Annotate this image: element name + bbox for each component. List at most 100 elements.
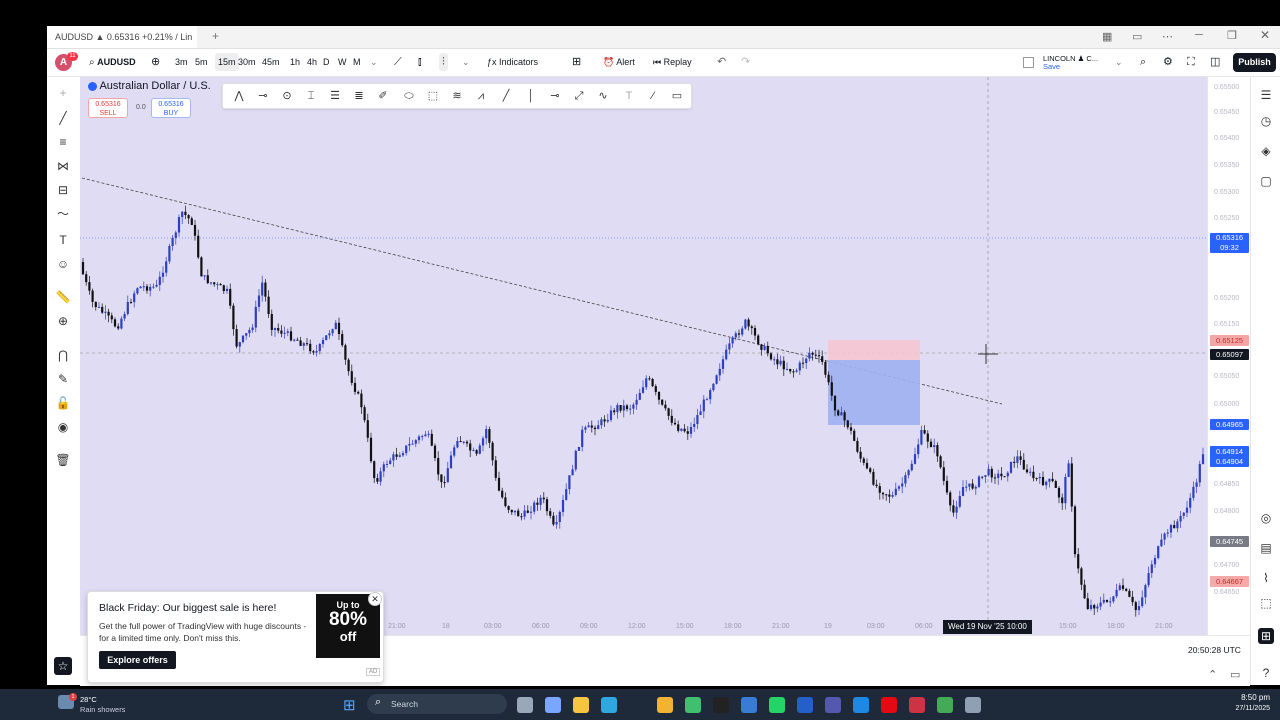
interval-D[interactable]: D	[323, 49, 330, 76]
tradingview-icon[interactable]	[713, 697, 729, 713]
brush-tool-icon[interactable]: ✐	[375, 88, 391, 104]
alert-button[interactable]: ⏰ Alert	[603, 49, 635, 76]
layout-name[interactable]: LINCOLN ♟ C... Save	[1043, 55, 1098, 71]
brush-icon[interactable]: 〜	[55, 206, 71, 222]
trendline-icon[interactable]: ╱	[55, 110, 71, 126]
help-icon[interactable]: ?	[1258, 665, 1274, 681]
layers-icon[interactable]: ◈	[1258, 143, 1274, 159]
crosshair-icon[interactable]: +	[55, 85, 71, 101]
outlook-icon[interactable]	[797, 697, 813, 713]
maximize-icon[interactable]: ❐	[1227, 29, 1237, 42]
browser-tab[interactable]: AUDUSD ▲ 0.65316 +0.21% / Lin	[47, 26, 197, 48]
chrome-icon[interactable]	[657, 697, 673, 713]
new-tab-button[interactable]: +	[212, 29, 219, 43]
favorites-star-icon[interactable]: ☆	[54, 657, 72, 675]
edge-icon[interactable]	[601, 697, 617, 713]
pattern-tool-icon[interactable]: ⋀	[231, 88, 247, 104]
fib-icon[interactable]: ≡	[55, 134, 71, 150]
note-tool-icon[interactable]: T	[621, 88, 637, 104]
templates-icon[interactable]: ⊞	[572, 49, 581, 76]
calendar-icon[interactable]: ▤	[1258, 540, 1274, 556]
extensions-icon[interactable]: ▦	[1102, 30, 1112, 43]
interval-5m[interactable]: 5m	[195, 49, 208, 76]
collapse-panel-icon[interactable]: ⌃	[1208, 668, 1217, 681]
chart-pane[interactable]: 21:00 18 03:00 06:00 09:00 12:00 15:00 18:00 21:…	[80, 77, 1207, 635]
horizontal-ray-icon[interactable]: ⊸	[255, 88, 271, 104]
close-icon[interactable]: ✕	[1260, 28, 1270, 42]
settings-icon[interactable]: ⚙	[1163, 49, 1173, 76]
text-icon[interactable]: T	[55, 232, 71, 248]
ruler-icon[interactable]: 📏	[55, 289, 71, 305]
line-chart-icon[interactable]: ⟋	[394, 49, 402, 76]
alerts-clock-icon[interactable]: ◷	[1258, 113, 1274, 129]
parallel-channel-icon[interactable]: ≋	[449, 88, 465, 104]
layout-chevron-icon[interactable]: ⌄	[1115, 49, 1123, 76]
price-axis[interactable]: 0.65500 0.65450 0.65400 0.65350 0.65300 0.652…	[1207, 77, 1251, 635]
indicators-button[interactable]: ƒx Indicators	[487, 49, 538, 76]
watchlist-icon[interactable]: ☰	[1258, 87, 1274, 103]
replay-button[interactable]: ⏮ Replay	[653, 49, 692, 76]
sell-button[interactable]: 0.65316 SELL	[88, 98, 128, 118]
eye-icon[interactable]: ◉	[55, 419, 71, 435]
redo-icon[interactable]: ↷	[741, 49, 750, 76]
interval-W[interactable]: W	[338, 49, 347, 76]
legend-title[interactable]: Australian Dollar / U.S.	[99, 80, 210, 92]
buy-button[interactable]: 0.65316 BUY	[151, 98, 191, 118]
chat-icon[interactable]: ▢	[1258, 173, 1274, 189]
lock-icon[interactable]: 🔓	[55, 395, 71, 411]
fullscreen-icon[interactable]: ⛶	[1187, 49, 1195, 76]
whatsapp-icon[interactable]	[769, 697, 785, 713]
file-explorer-icon[interactable]	[573, 697, 589, 713]
store-icon[interactable]	[853, 697, 869, 713]
undo-icon[interactable]: ↶	[717, 49, 726, 76]
target-icon[interactable]: ◎	[1258, 510, 1274, 526]
mail-icon[interactable]	[741, 697, 757, 713]
line-tool-icon[interactable]: ╱	[498, 88, 514, 104]
publish-button[interactable]: Publish	[1233, 53, 1276, 72]
opera-icon[interactable]	[909, 697, 925, 713]
apps-grid-icon[interactable]: ⊞	[1258, 628, 1274, 644]
windows-start-icon[interactable]: ⊞	[343, 696, 356, 714]
interval-3m[interactable]: 3m	[175, 49, 188, 76]
copilot-icon[interactable]	[545, 697, 561, 713]
rectangle-tool-icon[interactable]: ⬚	[425, 88, 441, 104]
interval-30m[interactable]: 30m	[238, 49, 256, 76]
fib-channel-icon[interactable]: ≣	[351, 88, 367, 104]
pip-icon[interactable]: ▭	[1132, 30, 1142, 43]
interval-15m[interactable]: 15m	[215, 53, 239, 71]
explore-offers-button[interactable]: Explore offers	[99, 651, 176, 669]
bar-style-icon[interactable]: ⫾	[418, 49, 422, 76]
compare-icon[interactable]: ⊕	[151, 49, 160, 76]
position-icon[interactable]: ⊟	[55, 182, 71, 198]
interval-45m[interactable]: 45m	[262, 49, 280, 76]
zigzag-tool-icon[interactable]: ⩘	[473, 88, 489, 104]
minimize-icon[interactable]: ─	[1195, 29, 1203, 41]
settings-gear-icon[interactable]	[965, 697, 981, 713]
snapshot-icon[interactable]: ◫	[1210, 49, 1220, 76]
zoom-icon[interactable]: ⊕	[55, 313, 71, 329]
arrow-tool-icon[interactable]: ⤢	[571, 88, 587, 104]
netflix-icon[interactable]	[881, 697, 897, 713]
maximize-panel-icon[interactable]: ▭	[1230, 668, 1240, 681]
chevron-down-icon[interactable]: ⌄	[462, 49, 470, 76]
notifications-icon[interactable]: ⬚	[1258, 595, 1274, 611]
fib-retracement-icon[interactable]: ☰	[327, 88, 343, 104]
magnet-icon[interactable]: ⋂	[55, 347, 71, 363]
interval-1h[interactable]: 1h	[290, 49, 300, 76]
chrome-dev-icon[interactable]	[937, 697, 953, 713]
trash-icon[interactable]: 🗑	[55, 452, 71, 468]
vertical-line-icon[interactable]: │	[523, 88, 539, 104]
interval-chevron-icon[interactable]: ⌄	[370, 49, 378, 76]
path-tool-icon[interactable]: ∿	[595, 88, 611, 104]
horizontal-line-icon[interactable]: ⊸	[547, 88, 563, 104]
quick-search-icon[interactable]: ⌕	[1140, 49, 1146, 76]
play-icon[interactable]	[685, 697, 701, 713]
text-tool-icon[interactable]: ⌶	[303, 88, 319, 104]
symbol-search[interactable]: ⌕ AUDUSD	[89, 49, 136, 76]
emoji-icon[interactable]: ☺	[55, 256, 71, 272]
task-view-icon[interactable]	[517, 697, 533, 713]
utc-clock[interactable]: 20:50:28 UTC	[1188, 645, 1241, 655]
callout-tool-icon[interactable]: ▭	[669, 88, 685, 104]
taskbar-search[interactable]: ⌕ Search	[367, 694, 507, 714]
stream-icon[interactable]: ⌇	[1258, 570, 1274, 586]
